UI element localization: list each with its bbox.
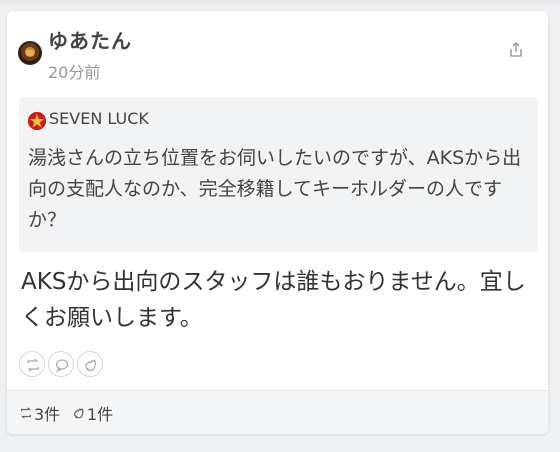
post-header: ゆあたん 20分前 [7,11,548,89]
reply-icon [55,359,69,373]
repost-button[interactable] [19,351,45,377]
quoted-post[interactable]: SEVEN LUCK 湯浅さんの立ち位置をお伺いしたいのですが、AKSから出向の… [19,97,538,252]
clap-button[interactable] [77,351,103,377]
share-icon[interactable] [507,41,525,59]
post-time: 20分前 [48,63,101,82]
quoted-author-name: SEVEN LUCK [49,109,149,128]
repost-icon [21,407,31,419]
clap-count[interactable]: 1件 [72,401,113,425]
quoted-author-avatar [28,112,46,130]
previous-card-edge [0,0,560,10]
repost-icon [27,358,39,372]
clap-count-label: 1件 [87,405,114,424]
post-body: AKSから出向のスタッフは誰もおりません。宜しくお願いします。 [21,269,526,331]
repost-count-label: 3件 [34,405,61,424]
author-name[interactable]: ゆあたん [48,25,132,54]
post-card: ゆあたん 20分前 SEVEN LUCK 湯浅さんの立ち位置をお伺いしたいのです… [7,11,548,434]
clap-icon [74,408,84,419]
repost-count[interactable]: 3件 [19,401,60,425]
author-avatar[interactable] [18,41,42,65]
clap-icon [85,359,97,372]
quoted-post-body: 湯浅さんの立ち位置をお伺いしたいのですが、AKSから出向の支配人なのか、完全移籍… [28,147,522,231]
post-stats: 3件 1件 [7,390,548,434]
reply-button[interactable] [48,351,74,377]
next-card-edge [0,440,560,452]
